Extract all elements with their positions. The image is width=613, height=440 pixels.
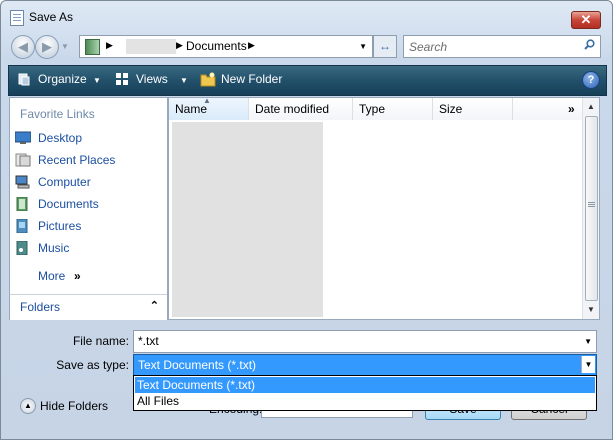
column-header-label: Type <box>359 102 386 116</box>
save-as-dialog: Save As ✕ ◀ ▶ ▼ ▶ ▶ Documents ▶ ▼ ↔ Sear… <box>0 0 613 440</box>
chevron-down-icon[interactable]: ▼ <box>584 337 592 346</box>
address-dropdown-arrow[interactable]: ▼ <box>359 42 367 51</box>
grip-icon <box>588 202 595 203</box>
recent-pages-dropdown[interactable]: ▼ <box>61 42 69 51</box>
scroll-down-icon[interactable]: ▼ <box>583 302 599 318</box>
favorite-link-label: Computer <box>38 175 91 189</box>
column-header-size[interactable]: Size <box>433 98 513 120</box>
address-bar[interactable]: ▶ ▶ Documents ▶ ▼ <box>79 35 373 58</box>
favorite-link-pictures[interactable]: Pictures <box>15 217 165 237</box>
dropdown-option-label: All Files <box>137 394 180 408</box>
favorite-link-recent-places[interactable]: Recent Places <box>15 151 165 171</box>
dropdown-option-label: Text Documents (*.txt) <box>137 378 256 392</box>
favorite-link-music[interactable]: Music <box>15 239 165 259</box>
more-chevron-icon[interactable]: » <box>74 269 81 283</box>
notepad-icon <box>10 10 24 26</box>
favorite-links-heading: Favorite Links <box>20 107 95 121</box>
folders-toggle[interactable]: Folders ⌃ <box>10 294 167 320</box>
help-icon[interactable]: ? <box>582 71 600 89</box>
new-folder-icon <box>200 72 216 87</box>
column-header-label: Name <box>175 102 208 116</box>
folder-icon <box>85 39 100 55</box>
views-icon <box>116 73 128 85</box>
breadcrumb-chevron-icon[interactable]: ▶ <box>176 40 183 51</box>
pictures-icon <box>16 219 28 233</box>
address-toolbar: ◀ ▶ ▼ ▶ ▶ Documents ▶ ▼ ↔ Search <box>9 34 605 60</box>
chevron-up-icon: ⌃ <box>149 300 159 312</box>
favorite-link-label: Pictures <box>38 219 82 233</box>
more-columns-icon[interactable]: » <box>568 102 575 116</box>
column-header-type[interactable]: Type <box>353 98 433 120</box>
save-as-type-label: Save as type: <box>56 358 129 372</box>
favorite-link-label: Recent Places <box>38 153 116 167</box>
favorite-link-label: Documents <box>38 197 99 211</box>
more-links-button[interactable]: More <box>38 269 65 283</box>
music-icon <box>16 241 28 255</box>
scroll-up-icon[interactable]: ▲ <box>583 99 599 115</box>
search-placeholder: Search <box>409 40 448 54</box>
favorite-link-computer[interactable]: Computer <box>15 173 165 193</box>
save-as-type-value: Text Documents (*.txt) <box>138 358 257 372</box>
favorite-link-label: Music <box>38 241 70 255</box>
organize-icon <box>18 73 30 86</box>
documents-icon <box>16 197 28 211</box>
hide-folders-label: Hide Folders <box>40 399 109 413</box>
window-title: Save As <box>29 10 74 24</box>
favorite-link-desktop[interactable]: Desktop <box>15 129 165 149</box>
column-header-name[interactable]: ▲ Name <box>169 96 249 120</box>
redacted-path-segment[interactable] <box>126 39 176 54</box>
organize-button[interactable]: Organize <box>38 72 87 86</box>
file-name-value: *.txt <box>138 334 159 348</box>
views-dropdown-icon[interactable]: ▼ <box>180 76 188 85</box>
column-header-date-modified[interactable]: Date modified <box>249 98 353 120</box>
breadcrumb-documents[interactable]: Documents <box>186 39 247 53</box>
vertical-scrollbar[interactable]: ▲ ▼ <box>582 98 599 319</box>
dropdown-option[interactable]: All Files <box>135 393 595 409</box>
desktop-icon <box>15 131 31 144</box>
command-bar: Organize ▼ Views ▼ New Folder ? <box>8 65 607 96</box>
dropdown-option[interactable]: Text Documents (*.txt) <box>135 377 595 393</box>
computer-icon <box>15 175 30 189</box>
chevron-down-icon[interactable]: ▼ <box>581 356 595 373</box>
search-icon <box>584 39 595 50</box>
forward-button[interactable]: ▶ <box>35 35 59 59</box>
favorite-link-documents[interactable]: Documents <box>15 195 165 215</box>
redacted-file-area <box>172 122 323 317</box>
title-bar: Save As ✕ <box>1 1 612 31</box>
new-folder-button[interactable]: New Folder <box>221 72 282 86</box>
save-as-type-dropdown-list: Text Documents (*.txt) All Files <box>133 375 597 411</box>
views-button[interactable]: Views <box>136 72 168 86</box>
refresh-button[interactable]: ↔ <box>373 35 397 58</box>
file-name-field[interactable]: *.txt ▼ <box>133 330 597 353</box>
back-button[interactable]: ◀ <box>11 35 35 59</box>
file-list: ▲ Name Date modified Type Size » ▲ ▼ <box>168 96 600 320</box>
chevron-up-icon: ▲ <box>20 398 36 414</box>
breadcrumb-chevron-icon[interactable]: ▶ <box>106 40 113 51</box>
column-header-label: Size <box>439 102 463 116</box>
recent-places-icon <box>15 153 31 167</box>
save-as-type-select[interactable]: Text Documents (*.txt) ▼ <box>133 354 597 377</box>
scroll-thumb[interactable] <box>585 116 598 301</box>
close-button[interactable]: ✕ <box>571 11 601 29</box>
favorite-link-label: Desktop <box>38 131 83 145</box>
folders-label: Folders <box>20 300 61 314</box>
navigation-pane: Favorite Links Desktop Recent Places Com… <box>9 97 168 320</box>
file-name-label: File name: <box>72 334 129 348</box>
column-header-label: Date modified <box>255 102 330 116</box>
search-input[interactable]: Search <box>403 35 601 58</box>
breadcrumb-chevron-icon[interactable]: ▶ <box>248 40 255 51</box>
organize-dropdown-icon[interactable]: ▼ <box>93 76 101 85</box>
